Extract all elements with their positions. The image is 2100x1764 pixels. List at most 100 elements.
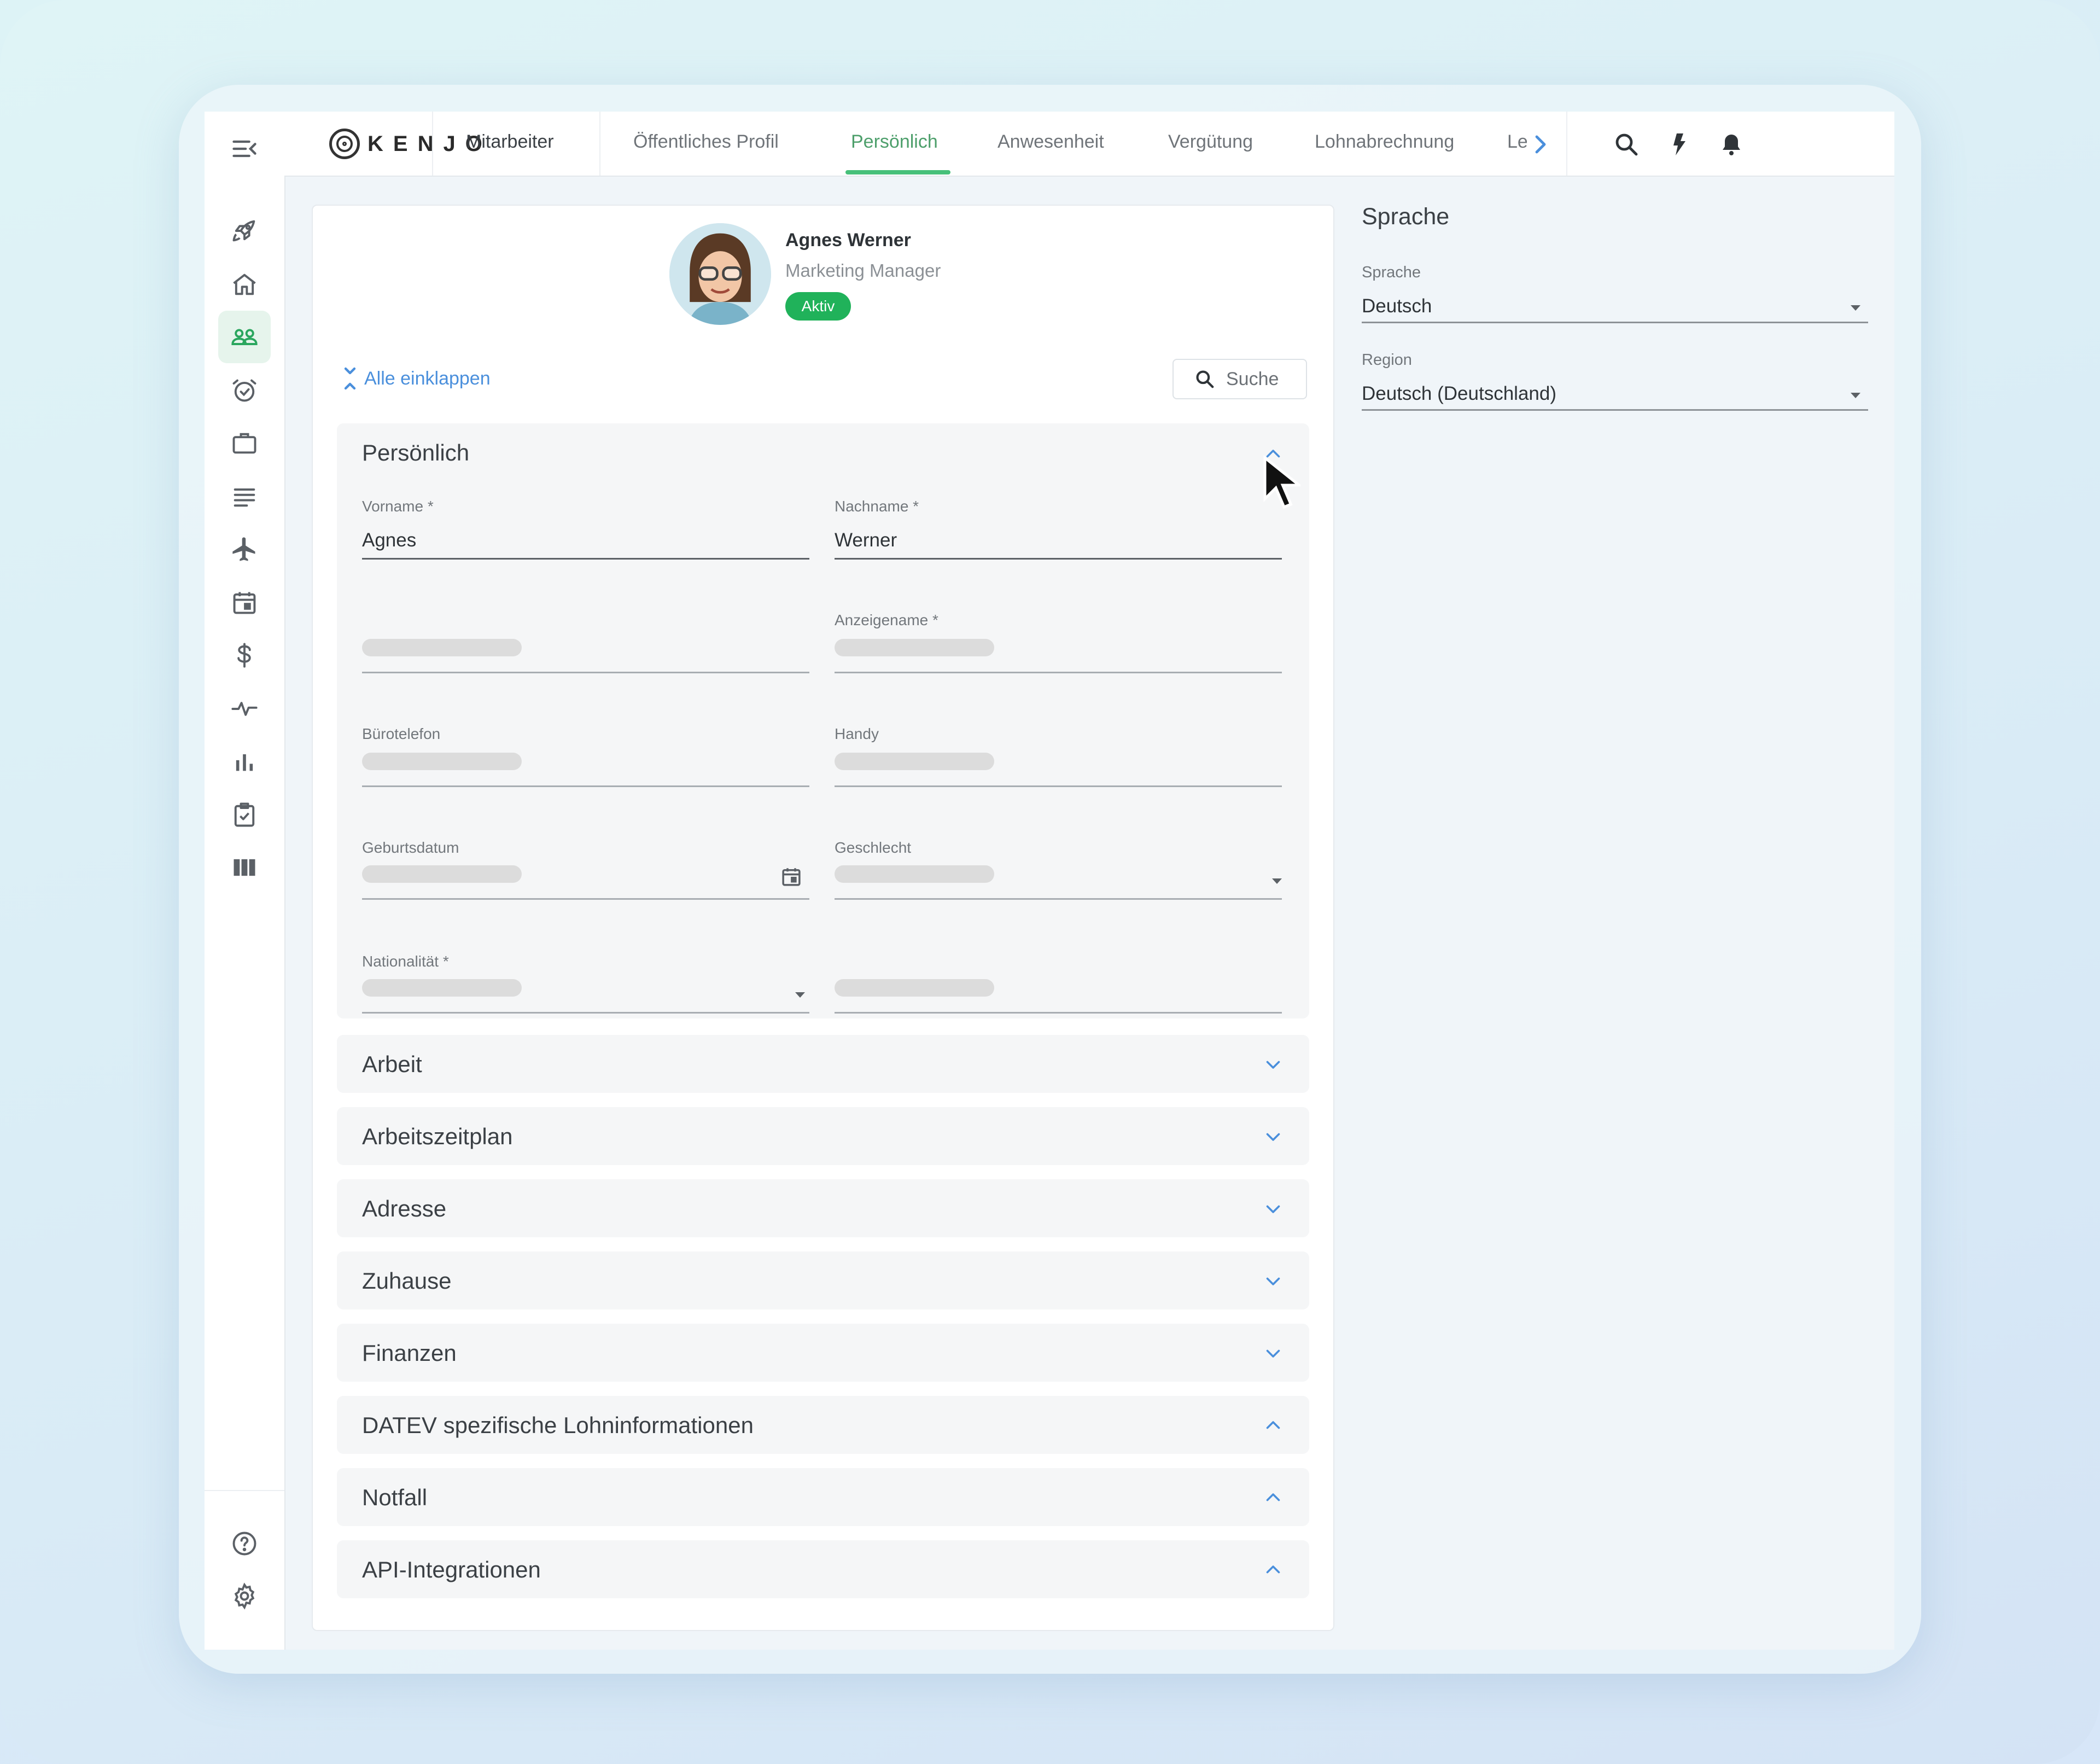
display-name-label: Anzeigename * (835, 612, 938, 628)
last-name-field[interactable]: Werner (835, 529, 897, 551)
section-api-integrationen[interactable]: API-Integrationen (337, 1540, 1309, 1598)
first-name-field[interactable]: Agnes (362, 529, 416, 551)
birthdate-field[interactable] (362, 865, 522, 883)
first-name-label: Vorname * (362, 498, 434, 515)
chevron-up-icon[interactable] (1263, 1560, 1283, 1580)
dropdown-caret-icon[interactable] (1272, 878, 1282, 884)
search-icon (1196, 370, 1214, 388)
nationality-underline (362, 1012, 809, 1014)
calendar-icon[interactable] (780, 865, 803, 888)
field-placeholder[interactable] (362, 639, 522, 656)
tab-truncated[interactable]: Le (1507, 131, 1527, 153)
app-screen: KENJO Mitarbeiter Öffentliches Profil Pe… (205, 112, 1894, 1650)
briefcase-icon[interactable] (218, 417, 271, 469)
section-title: Notfall (362, 1484, 428, 1510)
region-label: Region (1362, 351, 1412, 369)
employee-name: Agnes Werner (785, 230, 911, 251)
sidebar (205, 112, 285, 1650)
search-icon[interactable] (1612, 130, 1641, 159)
sidebar-divider (205, 1490, 284, 1491)
field-placeholder[interactable] (835, 979, 994, 997)
menu-collapse-icon[interactable] (218, 123, 271, 175)
section-title: Finanzen (362, 1340, 457, 1366)
section-title: DATEV spezifische Lohninformationen (362, 1412, 754, 1438)
office-phone-underline (362, 785, 809, 787)
profile-avatar (669, 223, 771, 325)
bell-icon[interactable] (1717, 130, 1746, 159)
nationality-select[interactable] (362, 979, 522, 997)
section-title: Adresse (362, 1196, 447, 1221)
gender-underline (835, 898, 1282, 900)
section-title: Zuhause (362, 1268, 452, 1294)
display-name-field[interactable] (835, 639, 994, 656)
home-icon[interactable] (218, 258, 271, 311)
gear-icon[interactable] (218, 1570, 271, 1622)
collapse-all-button[interactable]: Alle einklappen (341, 365, 491, 392)
calendar-icon[interactable] (218, 577, 271, 629)
mobile-field[interactable] (835, 753, 994, 770)
section-notfall[interactable]: Notfall (337, 1468, 1309, 1526)
rocket-icon[interactable] (218, 205, 271, 257)
gender-select[interactable] (835, 865, 994, 883)
region-select[interactable]: Deutsch (Deutschland) (1362, 383, 1556, 405)
chevron-down-icon[interactable] (1263, 1199, 1283, 1219)
birthdate-label: Geburtsdatum (362, 839, 459, 856)
tab-lohnabrechnung[interactable]: Lohnabrechnung (1315, 131, 1454, 153)
list-icon[interactable] (218, 470, 271, 523)
section-arbeitszeitplan[interactable]: Arbeitszeitplan (337, 1107, 1309, 1165)
chevron-up-icon[interactable] (1263, 1416, 1283, 1435)
dropdown-caret-icon[interactable] (1851, 393, 1860, 398)
dropdown-caret-icon[interactable] (1851, 305, 1860, 311)
section-title: Arbeit (362, 1051, 422, 1077)
tab-persoenlich[interactable]: Persönlich (851, 131, 938, 153)
chevron-down-icon[interactable] (1263, 1271, 1283, 1291)
chevron-right-icon[interactable] (1526, 130, 1554, 159)
tab-mitarbeiter[interactable]: Mitarbeiter (466, 131, 554, 153)
section-arbeit[interactable]: Arbeit (337, 1035, 1309, 1093)
birthdate-underline (362, 898, 809, 900)
office-phone-label: Bürotelefon (362, 725, 441, 742)
airplane-icon[interactable] (218, 523, 271, 575)
pulse-icon[interactable] (218, 683, 271, 735)
tab-verguetung[interactable]: Vergütung (1168, 131, 1253, 153)
field-underline (362, 672, 809, 673)
language-select[interactable]: Deutsch (1362, 295, 1432, 317)
field-underline (835, 1012, 1282, 1014)
nav-divider (1566, 112, 1567, 176)
help-icon[interactable] (218, 1517, 271, 1570)
last-name-label: Nachname * (835, 498, 919, 515)
section-finanzen[interactable]: Finanzen (337, 1324, 1309, 1382)
section-title: Arbeitszeitplan (362, 1123, 513, 1149)
active-tab-indicator (845, 170, 950, 174)
dropdown-caret-icon[interactable] (795, 992, 805, 998)
gender-label: Geschlecht (835, 839, 912, 856)
language-label: Sprache (1362, 264, 1421, 281)
office-phone-field[interactable] (362, 753, 522, 770)
section-title[interactable]: Persönlich (362, 440, 469, 466)
chevron-down-icon[interactable] (1263, 1055, 1283, 1074)
lightning-icon[interactable] (1665, 130, 1693, 159)
chevron-down-icon[interactable] (1263, 1127, 1283, 1146)
chevron-down-icon[interactable] (1263, 1343, 1283, 1363)
tab-oeffentliches-profil[interactable]: Öffentliches Profil (633, 131, 779, 153)
section-datev[interactable]: DATEV spezifische Lohninformationen (337, 1396, 1309, 1454)
section-zuhause[interactable]: Zuhause (337, 1251, 1309, 1309)
nationality-label: Nationalität * (362, 953, 449, 970)
top-navigation: KENJO Mitarbeiter Öffentliches Profil Pe… (284, 112, 1894, 177)
search-button[interactable]: Suche (1172, 359, 1307, 399)
bar-chart-icon[interactable] (218, 735, 271, 788)
people-icon[interactable] (218, 311, 271, 363)
dollar-icon[interactable] (218, 629, 271, 682)
nav-divider (432, 112, 433, 176)
chevron-up-icon[interactable] (1263, 1488, 1283, 1507)
tab-anwesenheit[interactable]: Anwesenheit (998, 131, 1104, 153)
columns-icon[interactable] (218, 841, 271, 894)
alarm-clock-icon[interactable] (218, 364, 271, 417)
status-badge: Aktiv (785, 292, 851, 321)
logo-icon (329, 129, 360, 159)
section-adresse[interactable]: Adresse (337, 1179, 1309, 1237)
clipboard-check-icon[interactable] (218, 789, 271, 841)
display-name-underline (835, 672, 1282, 673)
collapse-all-label: Alle einklappen (364, 368, 491, 389)
last-name-underline (835, 558, 1282, 560)
